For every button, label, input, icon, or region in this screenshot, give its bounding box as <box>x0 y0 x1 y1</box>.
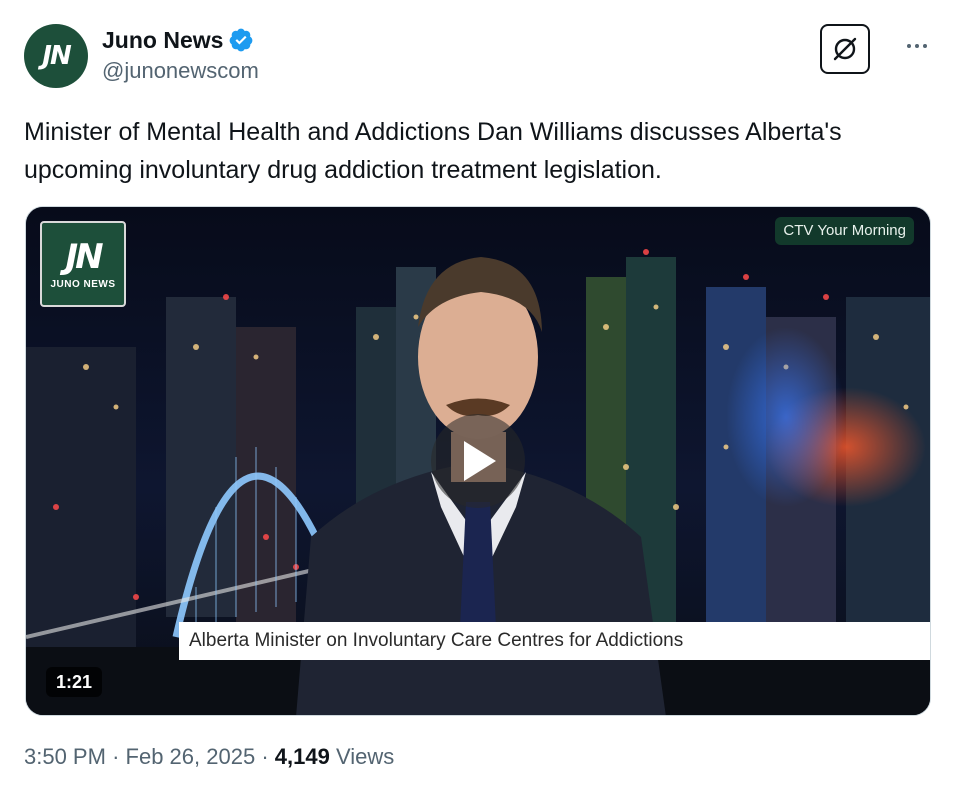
tweet-header: JN Juno News @junonewscom <box>24 24 936 88</box>
meta-separator: · <box>261 744 269 769</box>
source-badge: CTV Your Morning <box>775 217 914 245</box>
author-name-row[interactable]: Juno News <box>102 26 254 54</box>
tweet-text: Minister of Mental Health and Addictions… <box>24 118 842 184</box>
avatar[interactable]: JN <box>24 24 88 88</box>
video-duration: 1:21 <box>46 667 103 697</box>
video-caption: Alberta Minister on Involuntary Care Cen… <box>179 622 930 660</box>
avatar-logo: JN <box>42 41 71 71</box>
video-player[interactable]: JN JUNO NEWS CTV Your Morning Alberta Mi… <box>25 206 931 716</box>
tweet-metadata: 3:50 PM · Feb 26, 2025 · 4,149 Views <box>24 742 394 772</box>
play-icon <box>464 441 496 481</box>
channel-logo-mark: JN <box>65 236 103 277</box>
play-button[interactable] <box>431 414 525 508</box>
tweet-time[interactable]: 3:50 PM <box>24 744 106 769</box>
views-label: Views <box>335 744 395 769</box>
channel-logo-word: JUNO NEWS <box>50 278 116 290</box>
verified-badge-icon <box>230 28 253 52</box>
tweet-date[interactable]: Feb 26, 2025 <box>126 744 256 769</box>
author-info: Juno News @junonewscom <box>102 26 259 86</box>
more-dots-icon <box>915 44 919 48</box>
more-dots-icon <box>907 44 911 48</box>
channel-logo: JN JUNO NEWS <box>40 221 126 307</box>
meta-separator: · <box>112 744 120 769</box>
more-dots-icon <box>923 44 927 48</box>
author-handle[interactable]: @junonewscom <box>102 56 259 86</box>
grok-button[interactable] <box>820 24 870 74</box>
author-display-name[interactable]: Juno News <box>102 26 223 54</box>
more-options-button[interactable] <box>902 34 932 58</box>
views-count: 4,149 <box>274 744 330 769</box>
grok-icon <box>833 37 857 61</box>
